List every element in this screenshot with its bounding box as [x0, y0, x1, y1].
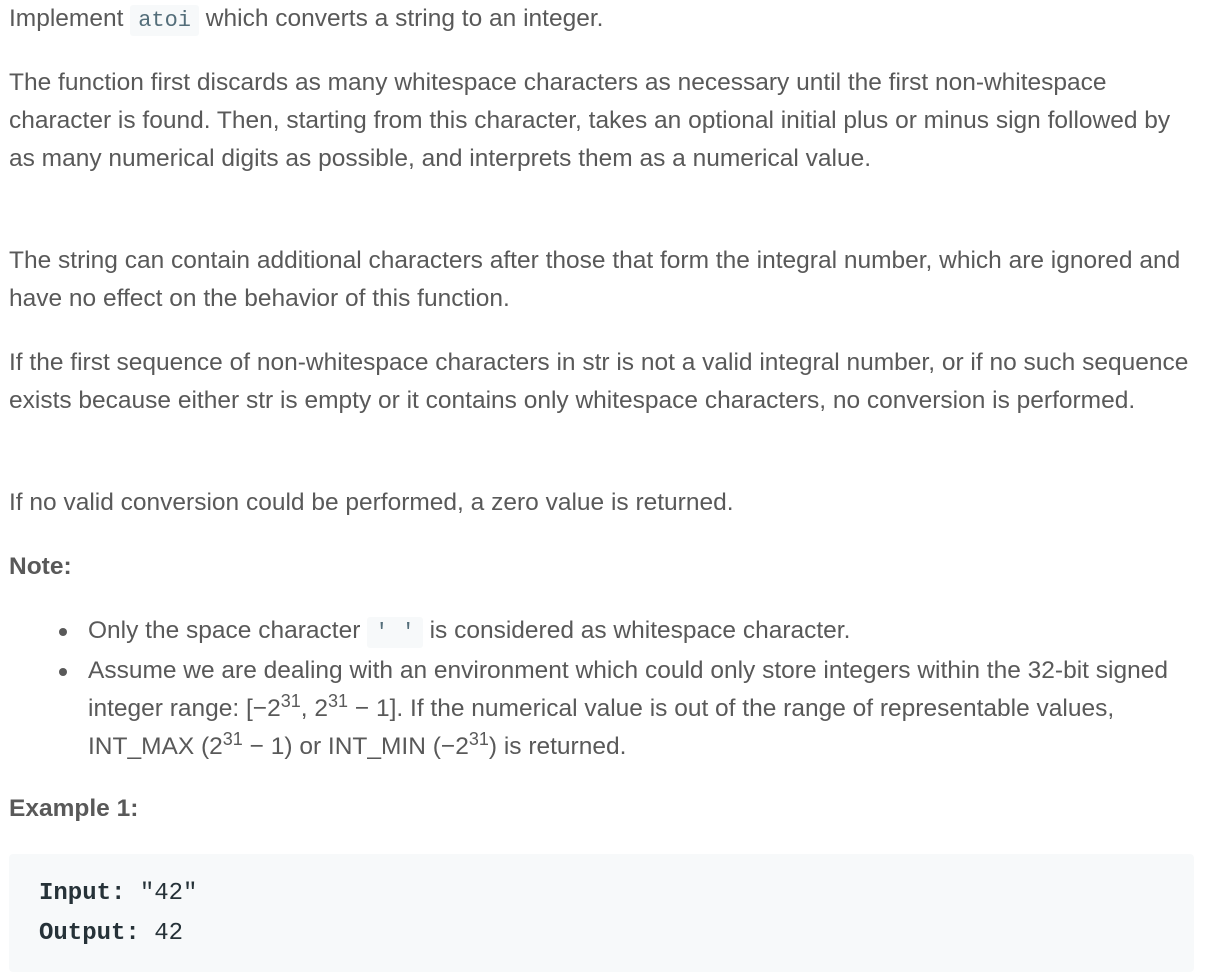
exponent-4: 31 [468, 729, 489, 749]
input-value: "42" [125, 880, 198, 907]
example-1-heading: Example 1: [9, 795, 139, 822]
output-value: 42 [139, 920, 184, 947]
range-text-5: ) is returned. [488, 733, 627, 760]
invalid-sequence-paragraph: If the first sequence of non-whitespace … [9, 349, 1189, 414]
whitespace-paragraph: The function first discards as many whit… [9, 69, 1171, 172]
intro-text-after: which converts a string to an integer. [199, 5, 604, 32]
example-1-code-block: Input: "42" Output: 42 [9, 854, 1194, 972]
zero-value-paragraph: If no valid conversion could be performe… [9, 489, 734, 516]
atoi-code: atoi [130, 5, 199, 36]
range-text-4: − 1) or INT_MIN (−2 [242, 733, 469, 760]
space-char-code: ' ' [367, 617, 423, 648]
additional-characters-paragraph: The string can contain additional charac… [9, 247, 1181, 312]
notes-list: Only the space character ' ' is consider… [9, 612, 1198, 766]
output-label: Output: [39, 920, 140, 947]
intro-text-before: Implement [9, 5, 131, 32]
exponent-1: 31 [280, 691, 301, 711]
note-item-space-before: Only the space character [88, 617, 368, 644]
intro-paragraph: Implement atoi which converts a string t… [9, 0, 603, 40]
note-item-range: Assume we are dealing with an environmen… [59, 652, 1198, 766]
exponent-2: 31 [328, 691, 349, 711]
note-heading: Note: [9, 553, 72, 580]
note-item-space: Only the space character ' ' is consider… [59, 612, 1198, 652]
range-text-2: , 2 [300, 695, 329, 722]
input-label: Input: [39, 880, 126, 907]
exponent-3: 31 [222, 729, 243, 749]
note-item-space-after: is considered as whitespace character. [422, 617, 851, 644]
